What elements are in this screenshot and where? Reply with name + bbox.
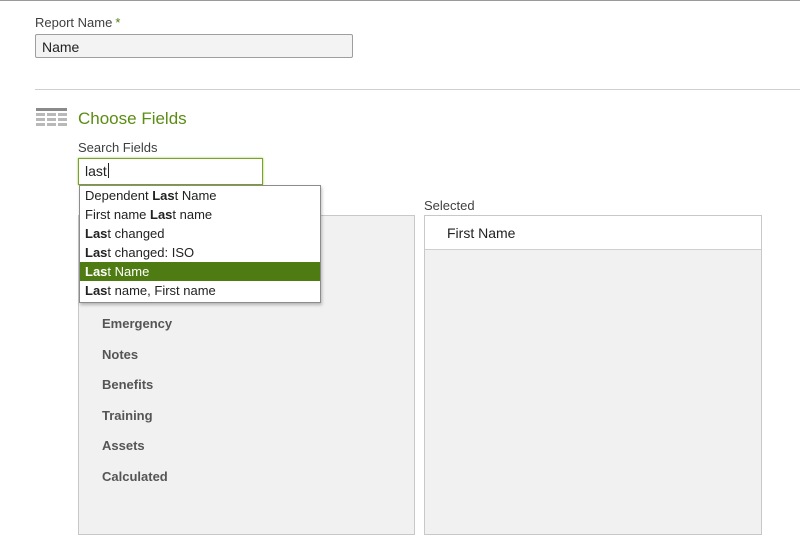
search-fields-label: Search Fields: [78, 140, 158, 155]
suggestion-match-text: Las: [85, 245, 108, 260]
required-marker: *: [115, 15, 121, 30]
top-border: [0, 0, 800, 1]
suggestion-text: t Name: [174, 188, 217, 203]
suggestion-text: t changed: ISO: [107, 245, 195, 260]
suggestion-text: t name: [172, 207, 213, 222]
category-item[interactable]: Benefits: [102, 377, 153, 392]
suggestion-text: t Name: [107, 264, 150, 279]
suggestion-item[interactable]: Last changed: [80, 224, 320, 243]
suggestion-text: First name: [85, 207, 151, 222]
suggestion-match-text: Las: [85, 264, 108, 279]
suggestion-text: t changed: [107, 226, 165, 241]
suggestion-match-text: Las: [85, 226, 108, 241]
report-name-input[interactable]: Name: [35, 34, 353, 58]
suggestion-text: Dependent: [85, 188, 153, 203]
suggestion-match-text: Las: [85, 283, 108, 298]
selected-label: Selected: [424, 198, 475, 213]
suggestion-text: t name, First name: [107, 283, 216, 298]
suggestion-item[interactable]: First name Last name: [80, 205, 320, 224]
category-item[interactable]: Emergency: [102, 316, 172, 331]
choose-fields-title: Choose Fields: [78, 109, 187, 128]
section-divider: [35, 89, 800, 90]
text-caret: [107, 163, 109, 178]
suggestion-item[interactable]: Dependent Last Name: [80, 186, 320, 205]
suggestion-item[interactable]: Last changed: ISO: [80, 243, 320, 262]
report-name-label-text: Report Name: [35, 15, 113, 30]
search-fields-input[interactable]: last: [78, 158, 263, 185]
suggestion-item[interactable]: Last Name: [80, 262, 320, 281]
selected-field-item[interactable]: First Name: [425, 216, 761, 250]
table-grid-icon: [36, 108, 67, 126]
search-input-value: last: [85, 163, 107, 179]
category-item[interactable]: Calculated: [102, 469, 168, 484]
selected-fields-panel[interactable]: [424, 215, 762, 535]
suggestion-match-text: Las: [150, 207, 173, 222]
search-suggestions-dropdown: Dependent Last Name First name Last name L…: [79, 185, 321, 303]
suggestion-item[interactable]: Last name, First name: [80, 281, 320, 300]
category-item[interactable]: Assets: [102, 438, 145, 453]
suggestion-match-text: Las: [152, 188, 175, 203]
report-name-label: Report Name *: [35, 15, 120, 30]
category-item[interactable]: Notes: [102, 347, 138, 362]
category-item[interactable]: Training: [102, 408, 153, 423]
